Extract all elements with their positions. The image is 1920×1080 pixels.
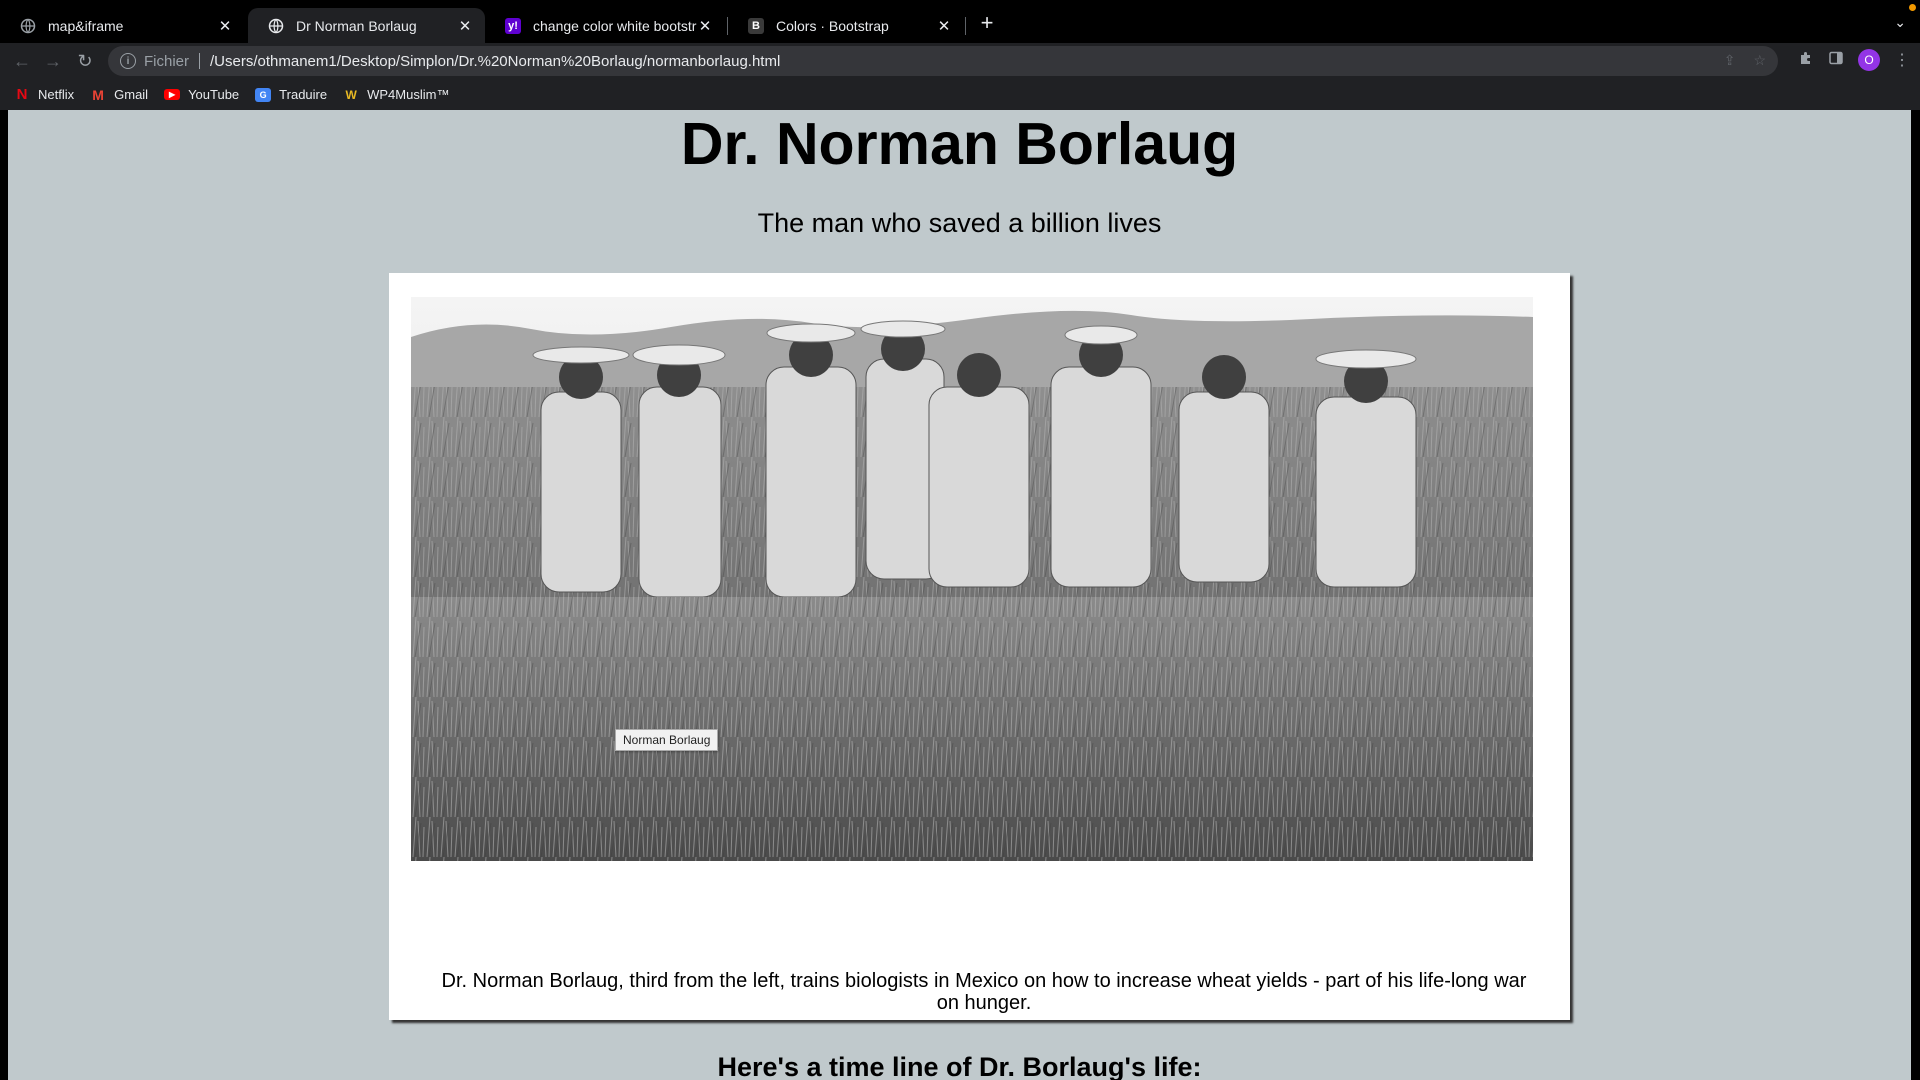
tab-map-iframe[interactable]: map&iframe ✕ — [0, 8, 245, 43]
bookmark-label: WP4Muslim™ — [367, 87, 450, 102]
borlaug-photo — [411, 297, 1533, 861]
bookmark-youtube[interactable]: ▶ YouTube — [164, 87, 239, 102]
tab-title: map&iframe — [48, 17, 124, 34]
bookmark-wp4muslim[interactable]: W WP4Muslim™ — [343, 87, 449, 102]
notification-dot — [1909, 4, 1916, 11]
tab-change-color[interactable]: y! change color white bootstrap - ✕ — [485, 8, 725, 43]
page-viewport: Dr. Norman Borlaug The man who saved a b… — [0, 110, 1920, 1080]
bookmark-label: Traduire — [279, 87, 328, 102]
close-icon[interactable]: ✕ — [457, 17, 473, 35]
tab-dr-norman-borlaug[interactable]: Dr Norman Borlaug ✕ — [248, 8, 485, 43]
address-bar[interactable]: i Fichier /Users/othmanem1/Desktop/Simpl… — [108, 46, 1778, 76]
bookmark-gmail[interactable]: M Gmail — [90, 86, 149, 103]
share-icon[interactable]: ⇪ — [1724, 52, 1736, 69]
extensions-icon[interactable] — [1798, 50, 1814, 71]
bookmarks-bar: N Netflix M Gmail ▶ YouTube G Traduire W… — [0, 79, 1920, 110]
bookmark-netflix[interactable]: N Netflix — [14, 86, 75, 103]
profile-avatar[interactable]: O — [1858, 49, 1880, 71]
page-body: Dr. Norman Borlaug The man who saved a b… — [8, 110, 1911, 1080]
bookmark-label: YouTube — [188, 87, 240, 102]
close-icon[interactable]: ✕ — [217, 17, 233, 35]
tab-title: change color white bootstrap - — [533, 17, 697, 34]
tab-title: Colors · Bootstrap — [776, 17, 889, 34]
forward-icon[interactable]: → — [41, 49, 65, 73]
browser-toolbar: ← → ↻ i Fichier /Users/othmanem1/Desktop… — [0, 43, 1920, 79]
new-tab-button[interactable]: + — [975, 12, 999, 36]
translate-icon: G — [255, 87, 272, 102]
tab-strip: map&iframe ✕ Dr Norman Borlaug ✕ y! chan… — [0, 0, 1920, 43]
bookmark-traduire[interactable]: G Traduire — [255, 87, 327, 102]
netflix-icon: N — [16, 86, 28, 103]
yahoo-icon: y! — [505, 17, 521, 34]
tab-separator — [965, 17, 966, 35]
gmail-icon: M — [92, 86, 104, 103]
bookmark-label: Gmail — [114, 87, 149, 102]
url-text[interactable]: /Users/othmanem1/Desktop/Simplon/Dr.%20N… — [210, 53, 780, 70]
tab-title: Dr Norman Borlaug — [296, 17, 417, 34]
more-menu-icon[interactable]: ⋮ — [1894, 50, 1910, 70]
timeline-heading: Here's a time line of Dr. Borlaug's life… — [717, 1052, 1202, 1080]
bookmark-star-icon[interactable]: ☆ — [1753, 52, 1766, 69]
youtube-icon: ▶ — [164, 89, 181, 100]
chevron-down-icon[interactable]: ⌄ — [1894, 14, 1906, 31]
url-divider — [199, 53, 201, 69]
page-subtitle: The man who saved a billion lives — [757, 208, 1162, 238]
bookmark-label: Netflix — [38, 87, 75, 102]
close-icon[interactable]: ✕ — [697, 17, 713, 35]
globe-icon — [20, 18, 36, 34]
info-icon[interactable]: i — [120, 53, 136, 69]
close-icon[interactable]: ✕ — [936, 17, 952, 35]
figure-card: Dr. Norman Borlaug, third from the left,… — [389, 273, 1570, 1020]
back-icon[interactable]: ← — [10, 49, 34, 73]
photo-caption: Dr. Norman Borlaug, third from the left,… — [441, 970, 1527, 1014]
page-title: Dr. Norman Borlaug — [680, 111, 1239, 177]
reload-icon[interactable]: ↻ — [73, 49, 97, 73]
image-tooltip: Norman Borlaug — [615, 729, 719, 751]
side-panel-icon[interactable] — [1828, 50, 1844, 71]
bootstrap-icon: B — [748, 17, 764, 34]
wp4muslim-icon: W — [345, 87, 357, 102]
globe-icon — [268, 18, 284, 34]
url-scheme: Fichier — [144, 52, 190, 70]
tab-colors-bootstrap[interactable]: B Colors · Bootstrap ✕ — [728, 8, 964, 43]
